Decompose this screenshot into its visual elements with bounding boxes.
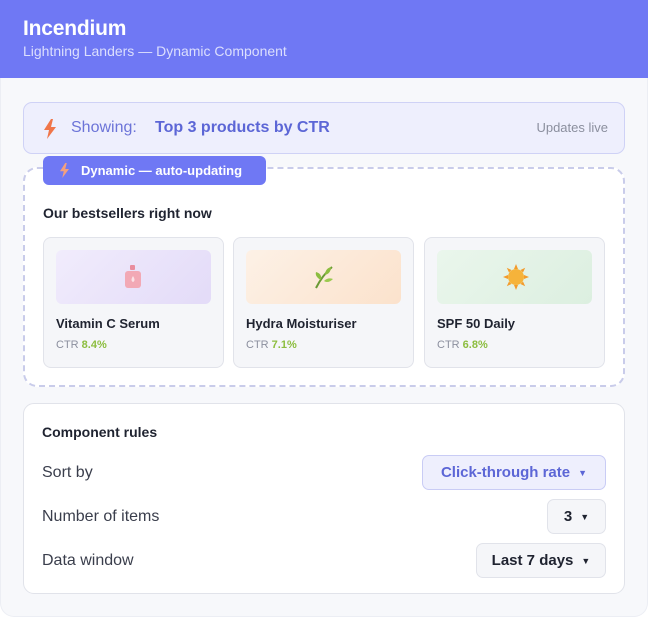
dynamic-badge-label: Dynamic — auto-updating [81, 163, 243, 178]
sun-icon [503, 264, 529, 290]
product-card[interactable]: Vitamin C Serum CTR 8.4% [43, 237, 224, 368]
sort-by-value: Click-through rate [440, 464, 571, 481]
showing-value: Top 3 products by CTR [155, 119, 330, 136]
showing-label: Showing: [71, 119, 137, 136]
number-of-items-select[interactable]: 3 ▼ [547, 499, 606, 534]
dynamic-badge: Dynamic — auto-updating [43, 156, 266, 185]
data-window-label: Data window [42, 552, 134, 569]
lightning-icon [60, 163, 69, 178]
product-thumbnail [246, 250, 401, 304]
product-ctr: CTR 7.1% [246, 339, 297, 351]
product-ctr: CTR 6.8% [437, 339, 488, 351]
lightning-icon [44, 119, 56, 139]
sort-by-select[interactable]: Click-through rate ▼ [422, 455, 606, 490]
product-name: SPF 50 Daily [437, 316, 516, 331]
number-of-items-value: 3 [563, 508, 573, 525]
number-of-items-label: Number of items [42, 508, 160, 525]
app-subtitle: Lightning Landers — Dynamic Component [23, 43, 287, 59]
serum-bottle-icon [125, 265, 141, 288]
live-status: Updates live [536, 120, 608, 135]
ctr-value: 6.8% [462, 339, 488, 351]
app-title: Incendium [23, 17, 127, 40]
product-card[interactable]: Hydra Moisturiser CTR 7.1% [233, 237, 414, 368]
product-name: Hydra Moisturiser [246, 316, 357, 331]
data-window-select[interactable]: Last 7 days ▼ [476, 543, 606, 578]
ctr-value: 8.4% [81, 339, 107, 351]
product-card[interactable]: SPF 50 Daily CTR 6.8% [424, 237, 605, 368]
leaf-icon [315, 266, 333, 289]
ctr-value: 7.1% [271, 339, 297, 351]
showing-banner: Showing: Top 3 products by CTR Updates l… [23, 102, 625, 154]
data-window-value: Last 7 days [491, 552, 574, 569]
chevron-down-icon: ▼ [578, 467, 588, 478]
chevron-down-icon: ▼ [580, 511, 590, 522]
app-header: Incendium Lightning Landers — Dynamic Co… [0, 0, 648, 78]
product-ctr: CTR 8.4% [56, 339, 107, 351]
bestsellers-heading: Our bestsellers right now [43, 205, 212, 221]
rules-title: Component rules [42, 424, 158, 440]
product-thumbnail [56, 250, 211, 304]
chevron-down-icon: ▼ [581, 555, 591, 566]
sort-by-label: Sort by [42, 464, 93, 481]
product-name: Vitamin C Serum [56, 316, 160, 331]
component-rules-panel: Component rules Sort by Click-through ra… [23, 403, 625, 594]
product-thumbnail [437, 250, 592, 304]
